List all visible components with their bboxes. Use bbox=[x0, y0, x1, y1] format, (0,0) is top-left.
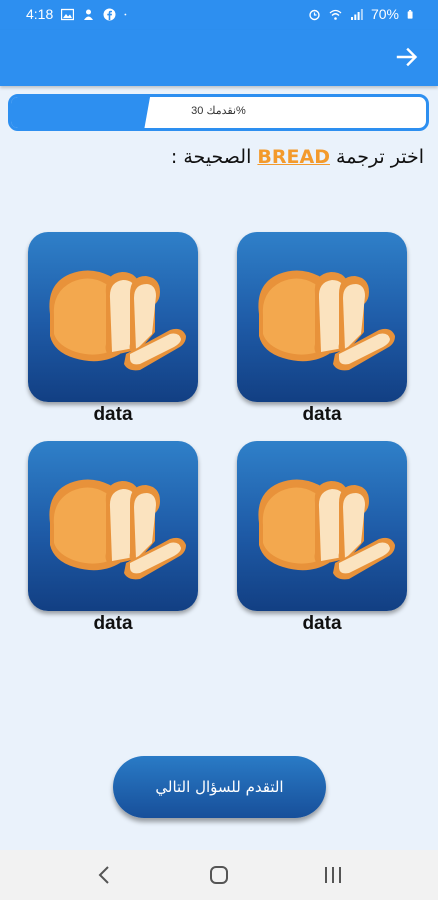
arrow-right-icon[interactable] bbox=[394, 44, 420, 70]
answer-option-2[interactable]: data bbox=[28, 232, 198, 429]
battery-percentage: 70% bbox=[370, 6, 399, 22]
option-label: data bbox=[302, 613, 342, 634]
back-icon[interactable] bbox=[92, 862, 118, 888]
progress-label: نقدمك 30% bbox=[191, 105, 246, 117]
signal-icon bbox=[350, 8, 363, 20]
progress-bar: نقدمك 30% bbox=[8, 94, 429, 131]
answer-option-1[interactable]: data bbox=[237, 232, 407, 429]
app-bar bbox=[0, 30, 438, 86]
option-label: data bbox=[93, 613, 133, 634]
facebook-icon bbox=[103, 8, 116, 20]
option-tile[interactable] bbox=[237, 441, 407, 611]
gallery-icon bbox=[61, 8, 75, 20]
option-label: data bbox=[93, 404, 133, 425]
recent-apps-icon[interactable] bbox=[320, 862, 346, 888]
option-tile[interactable] bbox=[28, 441, 198, 611]
answer-option-4[interactable]: data bbox=[28, 441, 198, 638]
answer-option-3[interactable]: data bbox=[237, 441, 407, 638]
bread-icon bbox=[258, 479, 395, 580]
status-time: 4:18 bbox=[26, 6, 54, 22]
question-suffix: الصحيحة : bbox=[170, 146, 252, 168]
option-tile[interactable] bbox=[237, 232, 407, 402]
next-question-button[interactable]: التقدم للسؤال التالي bbox=[113, 756, 326, 818]
option-label: data bbox=[302, 404, 342, 425]
wifi-icon bbox=[329, 9, 342, 20]
question-text: اختر ترجمة BREAD الصحيحة : bbox=[0, 146, 424, 168]
bread-icon bbox=[49, 479, 186, 580]
bread-icon bbox=[258, 270, 395, 371]
battery-icon bbox=[407, 9, 413, 19]
option-tile[interactable] bbox=[28, 232, 198, 402]
dot-icon bbox=[124, 13, 127, 15]
navigation-bar bbox=[0, 850, 438, 900]
question-word: BREAD bbox=[257, 146, 330, 168]
bread-icon bbox=[49, 270, 186, 371]
home-icon[interactable] bbox=[206, 862, 232, 888]
status-bar: 4:18 70% bbox=[0, 0, 438, 30]
alarm-icon bbox=[309, 9, 320, 20]
notification-icon bbox=[84, 9, 94, 20]
question-prefix: اختر ترجمة bbox=[336, 146, 424, 168]
